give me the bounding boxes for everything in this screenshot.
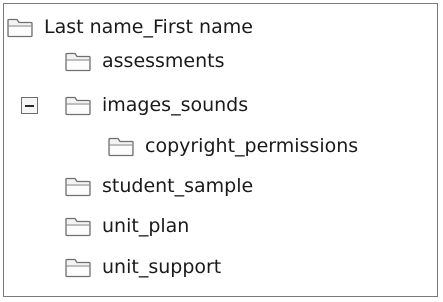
- collapse-minus-icon[interactable]: [21, 97, 38, 114]
- folder-icon: [64, 256, 92, 278]
- tree-item-label: assessments: [102, 50, 225, 72]
- folder-icon: [64, 94, 92, 116]
- tree-item-assessments[interactable]: assessments: [64, 44, 225, 78]
- folder-icon: [107, 135, 135, 157]
- tree-item-label: unit_support: [102, 256, 222, 278]
- tree-item-label: unit_plan: [102, 215, 190, 237]
- tree-item-unit-plan[interactable]: unit_plan: [64, 209, 189, 243]
- folder-icon: [6, 16, 34, 38]
- tree-item-images-sounds[interactable]: images_sounds: [64, 88, 248, 122]
- tree-item-label: student_sample: [102, 175, 254, 197]
- folder-icon: [64, 50, 92, 72]
- tree-item-unit-support[interactable]: unit_support: [64, 250, 221, 284]
- tree-item-copyright-permissions[interactable]: copyright_permissions: [107, 129, 358, 163]
- folder-tree-panel: Last name_First name assessments images_…: [3, 3, 438, 297]
- folder-icon: [64, 215, 92, 237]
- tree-item-student-sample[interactable]: student_sample: [64, 169, 253, 203]
- tree-item-label: copyright_permissions: [145, 135, 359, 157]
- folder-icon: [64, 175, 92, 197]
- tree-item-label: Last name_First name: [44, 16, 253, 38]
- tree-item-root[interactable]: Last name_First name: [6, 10, 253, 44]
- tree-item-label: images_sounds: [102, 94, 249, 116]
